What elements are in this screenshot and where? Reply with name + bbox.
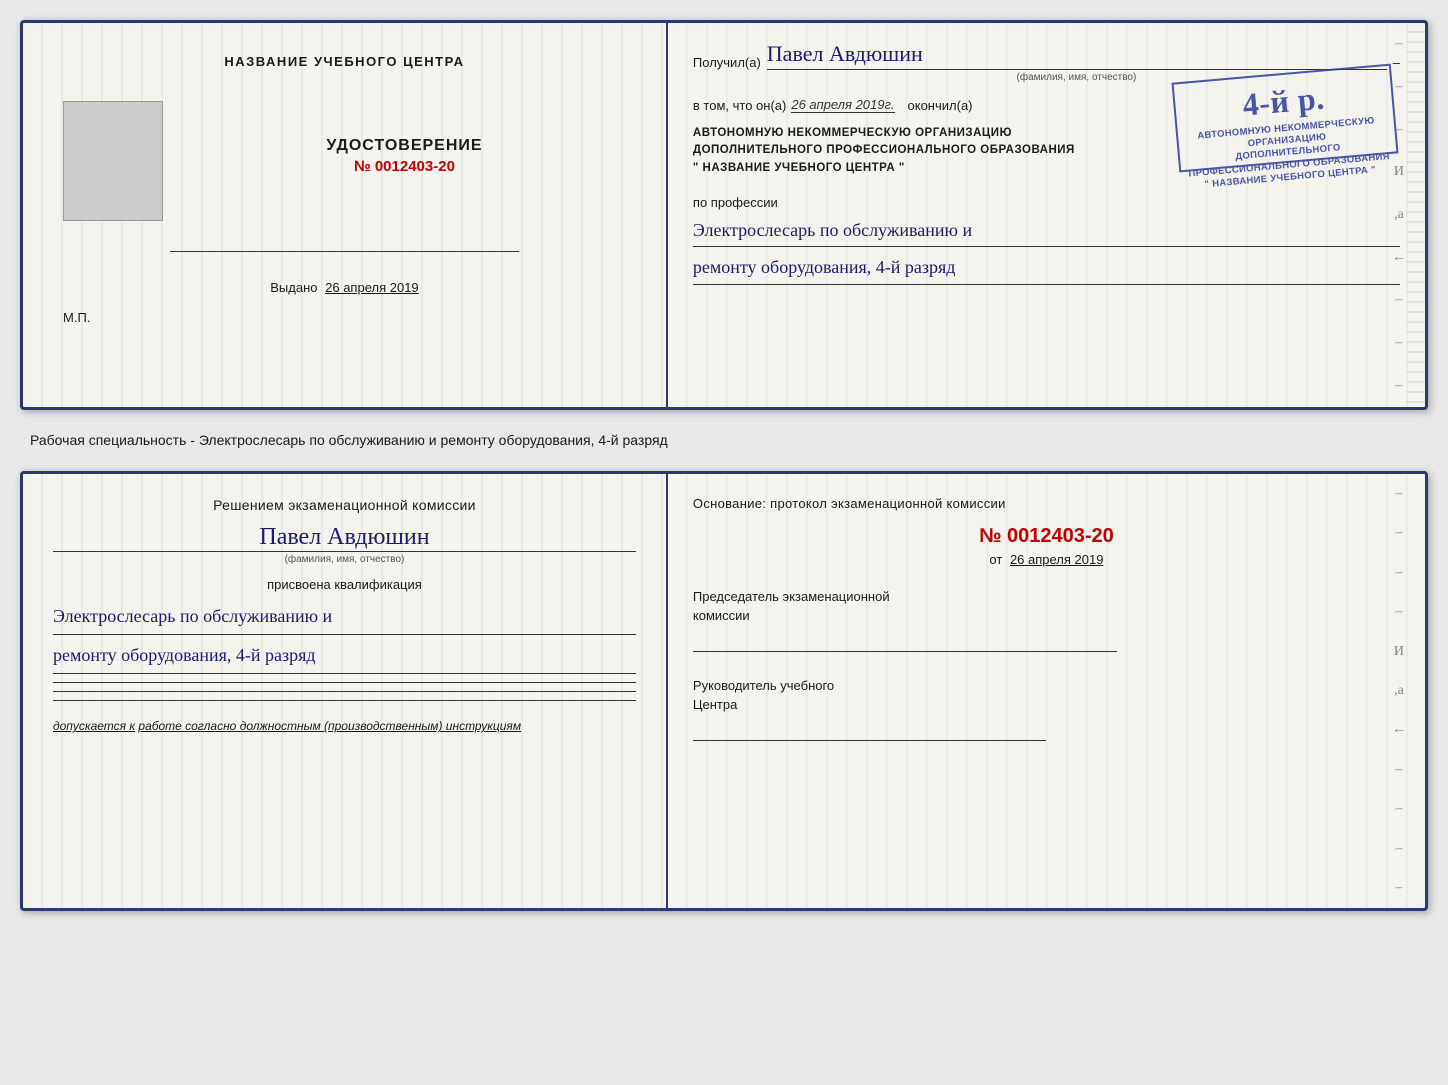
komissia-person-name: Павел Авдюшин (53, 524, 636, 552)
dopuskaetsya-block: допускается к работе согласно должностны… (53, 719, 636, 733)
komissia-name-caption: (фамилия, имя, отчество) (53, 554, 636, 565)
bottom-left-panel: Решением экзаменационной комиссии Павел … (23, 474, 668, 908)
komissia-title: Решением экзаменационной комиссии (53, 494, 636, 516)
profession-line1: Электрослесарь по обслуживанию и (693, 214, 1400, 247)
middle-specialty-text: Рабочая специальность - Электрослесарь п… (20, 428, 1428, 453)
top-right-panel: – – – И ,а ← – – – Получил(а) Павел Авдю… (668, 23, 1425, 407)
certificate-title: УДОСТОВЕРЕНИЕ (326, 137, 482, 155)
protocol-number: № 0012403-20 (693, 525, 1400, 548)
stamp-overlay: 4-й р. АВТОНОМНУЮ НЕКОММЕРЧЕСКУЮ ОРГАНИЗ… (1171, 64, 1398, 173)
sig-line-1 (53, 682, 636, 683)
osnovanie-label: Основание: протокол экзаменационной коми… (693, 494, 1400, 515)
photo-placeholder (63, 101, 163, 221)
profession-line2: ремонту оборудования, 4-й разряд (693, 251, 1400, 284)
recipient-name: Павел Авдюшин (767, 41, 1387, 70)
dopuskaetsya-value: работе согласно должностным (производств… (138, 719, 521, 733)
page-wrapper: НАЗВАНИЕ УЧЕБНОГО ЦЕНТРА УДОСТОВЕРЕНИЕ №… (20, 20, 1428, 911)
vydano-line: Выдано 26 апреля 2019 (270, 280, 418, 295)
poluchil-line: Получил(а) Павел Авдюшин – (693, 41, 1400, 70)
chairman-label: Председатель экзаменационной комиссии (693, 587, 1400, 626)
po-professii-label: по профессии (693, 195, 1400, 210)
right-side-marks: – – – И ,а ← – – – (1391, 23, 1407, 407)
bottom-right-panel: – – – – И ,а ← – – – – Основание: проток… (668, 474, 1425, 908)
rukovoditel-block: Руководитель учебного Центра (693, 676, 1400, 741)
qualification-line1: Электрослесарь по обслуживанию и (53, 598, 636, 635)
bottom-document: Решением экзаменационной комиссии Павел … (20, 471, 1428, 911)
rukovoditel-sig-line (693, 740, 1047, 741)
prisvoena-label: присвоена квалификация (53, 577, 636, 592)
certificate-block: УДОСТОВЕРЕНИЕ № 0012403-20 (326, 137, 482, 175)
top-left-title: НАЗВАНИЕ УЧЕБНОГО ЦЕНТРА (224, 53, 464, 71)
rukovoditel-label: Руководитель учебного Центра (693, 676, 1400, 715)
sig-line-2 (53, 691, 636, 692)
sig-line-3 (53, 700, 636, 701)
top-document: НАЗВАНИЕ УЧЕБНОГО ЦЕНТРА УДОСТОВЕРЕНИЕ №… (20, 20, 1428, 410)
mp-label: М.П. (63, 310, 90, 325)
qualification-line2: ремонту оборудования, 4-й разряд (53, 637, 636, 674)
bottom-right-side-marks: – – – – И ,а ← – – – – (1391, 474, 1407, 908)
ot-date-line: от 26 апреля 2019 (693, 552, 1400, 567)
vtom-date: 26 апреля 2019г. (791, 97, 894, 113)
top-left-panel: НАЗВАНИЕ УЧЕБНОГО ЦЕНТРА УДОСТОВЕРЕНИЕ №… (23, 23, 668, 407)
chairman-block: Председатель экзаменационной комиссии (693, 587, 1400, 652)
chairman-sig-line (693, 651, 1117, 652)
certificate-number: № 0012403-20 (326, 158, 482, 175)
